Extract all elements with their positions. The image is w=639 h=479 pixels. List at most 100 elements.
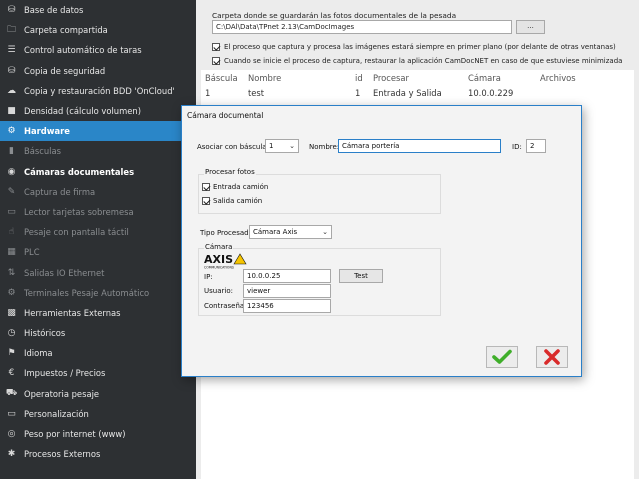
scale-label: Asociar con báscula:	[197, 143, 269, 151]
sidebar-item-carpeta-compartida[interactable]: 🗀 Carpeta compartida	[0, 20, 196, 40]
option-foreground-checkbox[interactable]	[212, 43, 220, 51]
name-input[interactable]: Cámara portería	[338, 139, 501, 153]
process-type-value: Cámara Axis	[253, 228, 298, 236]
sidebar-item-terminales-pesaje[interactable]: ⚙ Terminales Pesaje Automático	[0, 283, 196, 303]
sidebar-item-label: Impuestos / Precios	[24, 368, 106, 379]
password-label: Contraseña:	[204, 302, 247, 310]
sidebar-item-label: Copia y restauración BDD 'OnCloud'	[24, 85, 175, 96]
plc-icon: ▦	[7, 247, 16, 258]
id-input[interactable]: 2	[526, 139, 546, 153]
option-restore-label: Cuando se inicie el proceso de captura, …	[224, 57, 623, 65]
browse-button[interactable]: ...	[516, 20, 545, 34]
table-cell[interactable]: test	[248, 88, 264, 98]
table-header[interactable]: Archivos	[540, 73, 576, 83]
sidebar-item-label: Salidas IO Ethernet	[24, 267, 105, 278]
sidebar-item-label: Carpeta compartida	[24, 25, 108, 36]
database-icon: ⛁	[7, 5, 16, 16]
process-type-select[interactable]: Cámara Axis ⌄	[249, 225, 332, 239]
option-restore-checkbox[interactable]	[212, 57, 220, 65]
table-header[interactable]: Cámara	[468, 73, 501, 83]
table-cell[interactable]: 1	[205, 88, 210, 98]
axis-logo: AXIS COMMUNICATIONS	[204, 252, 248, 270]
card-reader-icon: ▭	[7, 206, 16, 217]
touch-icon: ☝	[8, 227, 15, 238]
folder-path-input[interactable]: C:\DAl\Data\TPnet 2.13\CamDocImages	[212, 20, 512, 34]
sidebar-item-personalizacion[interactable]: ▭ Personalización	[0, 404, 196, 424]
sidebar-item-label: Personalización	[24, 408, 89, 419]
io-icon: ⇅	[7, 267, 16, 278]
sidebar-item-densidad[interactable]: ■ Densidad (cálculo volumen)	[0, 101, 196, 121]
sidebar-item-peso-internet[interactable]: ◎ Peso por internet (www)	[0, 424, 196, 444]
sidebar-item-idioma[interactable]: ⚑ Idioma	[0, 343, 196, 363]
entry-checkbox[interactable]	[202, 183, 210, 191]
process-photos-group	[198, 174, 441, 214]
monitor-icon: ▭	[7, 408, 16, 419]
sidebar-item-camaras-documentales[interactable]: ◉ Cámaras documentales	[0, 162, 196, 182]
sidebar-item-salidas-io[interactable]: ⇅ Salidas IO Ethernet	[0, 262, 196, 282]
sidebar-item-label: Peso por internet (www)	[24, 429, 126, 440]
sidebar-item-historicos[interactable]: ◷ Históricos	[0, 323, 196, 343]
ip-input[interactable]: 10.0.0.25	[243, 269, 331, 283]
password-input[interactable]: 123456	[243, 299, 331, 313]
sidebar-item-control-taras[interactable]: ☰ Control automático de taras	[0, 40, 196, 60]
name-label: Nombre:	[309, 143, 340, 151]
sidebar-item-label: Lector tarjetas sobremesa	[24, 206, 134, 217]
sidebar-item-copia-restauracion[interactable]: ☁ Copia y restauración BDD 'OnCloud'	[0, 81, 196, 101]
option-foreground-row[interactable]: El proceso que captura y procesa las imá…	[212, 43, 616, 51]
chevron-down-icon: ⌄	[289, 142, 295, 150]
sidebar-item-hardware[interactable]: ⚙ Hardware	[0, 121, 196, 142]
sidebar-item-operatoria[interactable]: ⛟ Operatoria pesaje	[0, 384, 196, 404]
table-header[interactable]: Báscula	[205, 73, 238, 83]
sidebar-item-basculas[interactable]: ▮ Básculas	[0, 141, 196, 161]
sidebar-item-label: Base de datos	[24, 5, 84, 16]
test-button[interactable]: Test	[339, 269, 383, 283]
sidebar-item-procesos-externos[interactable]: ✱ Procesos Externos	[0, 444, 196, 464]
table-cell[interactable]: Entrada y Salida	[373, 88, 442, 98]
sidebar-item-label: PLC	[24, 247, 40, 258]
sidebar-item-impuestos[interactable]: € Impuestos / Precios	[0, 363, 196, 383]
user-input[interactable]: viewer	[243, 284, 331, 298]
sidebar-item-herramientas[interactable]: ▩ Herramientas Externas	[0, 303, 196, 323]
chevron-down-icon: ⌄	[322, 228, 328, 236]
cancel-button[interactable]	[536, 346, 568, 368]
sidebar-item-label: Cámaras documentales	[24, 166, 135, 177]
table-header[interactable]: Nombre	[248, 73, 281, 83]
close-icon	[544, 349, 560, 365]
gear-icon: ⚙	[7, 126, 16, 137]
sidebar-item-label: Densidad (cálculo volumen)	[24, 106, 141, 117]
sidebar-item-copia-seguridad[interactable]: ⛁ Copia de seguridad	[0, 61, 196, 81]
exit-checkbox[interactable]	[202, 197, 210, 205]
table-header[interactable]: Procesar	[373, 73, 409, 83]
id-label: ID:	[512, 143, 522, 151]
sidebar-item-lector-tarjetas[interactable]: ▭ Lector tarjetas sobremesa	[0, 202, 196, 222]
process-type-label: Tipo Procesado	[200, 229, 253, 237]
table-cell[interactable]: 1	[355, 88, 360, 98]
camera-dialog: Cámara documental Asociar con báscula: 1…	[181, 105, 582, 377]
table-cell[interactable]: 10.0.0.229	[468, 88, 513, 98]
accept-button[interactable]	[486, 346, 518, 368]
exit-label: Salida camión	[213, 197, 263, 205]
toolbox-icon: ▩	[7, 307, 16, 318]
entry-label: Entrada camión	[213, 183, 269, 191]
backup-icon: ⛁	[7, 65, 16, 76]
sidebar-item-label: Herramientas Externas	[24, 307, 121, 318]
check-icon	[492, 349, 512, 364]
camera-group-title: Cámara	[204, 243, 234, 251]
scale-select[interactable]: 1 ⌄	[265, 139, 299, 153]
flag-icon: ⚑	[7, 348, 16, 359]
sidebar-item-plc[interactable]: ▦ PLC	[0, 242, 196, 262]
user-label: Usuario:	[204, 287, 233, 295]
globe-icon: ◎	[7, 429, 16, 440]
table-header[interactable]: id	[355, 73, 363, 83]
scale-icon: ▮	[9, 146, 14, 157]
process-photos-title: Procesar fotos	[204, 168, 256, 176]
sidebar-item-pesaje-tactil[interactable]: ☝ Pesaje con pantalla táctil	[0, 222, 196, 242]
sidebar-item-base-de-datos[interactable]: ⛁ Base de datos	[0, 0, 196, 20]
entry-checkbox-row[interactable]: Entrada camión	[202, 183, 268, 191]
option-restore-row[interactable]: Cuando se inicie el proceso de captura, …	[212, 57, 622, 65]
folder-label: Carpeta donde se guardarán las fotos doc…	[212, 11, 457, 20]
sidebar-item-captura-firma[interactable]: ✎ Captura de firma	[0, 182, 196, 202]
euro-icon: €	[8, 368, 15, 379]
exit-checkbox-row[interactable]: Salida camión	[202, 197, 262, 205]
puzzle-icon: ✱	[7, 449, 16, 460]
